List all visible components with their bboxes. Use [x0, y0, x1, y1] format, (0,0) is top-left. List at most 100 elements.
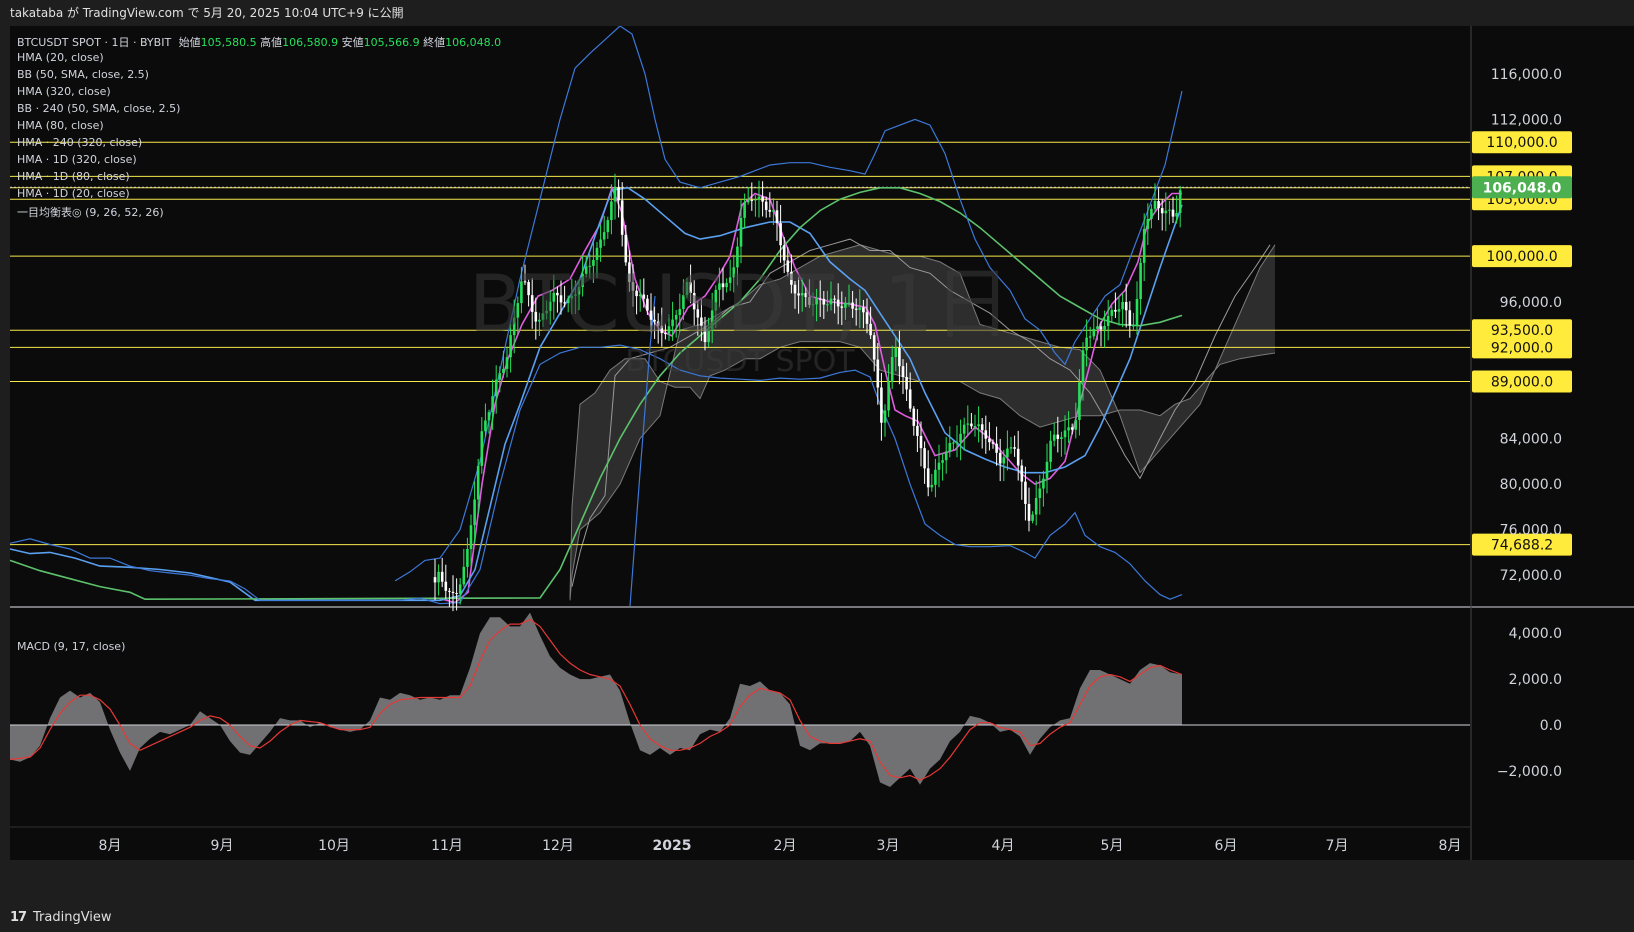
- candle-body: [1142, 229, 1146, 263]
- indicator-legend-5[interactable]: HMA · 240 (320, close): [17, 136, 142, 149]
- candle-body: [1153, 200, 1157, 209]
- candle-body: [1114, 309, 1117, 312]
- candle-body: [1175, 213, 1178, 217]
- time-tick-1: 9月: [211, 838, 234, 854]
- close-value: 106,048.0: [445, 36, 502, 49]
- candle-body: [1103, 326, 1106, 330]
- tradingview-brand[interactable]: TradingView: [33, 904, 112, 932]
- candle-body: [498, 373, 502, 380]
- candle-body: [898, 347, 901, 367]
- candle-body: [1124, 301, 1128, 311]
- candle-body: [779, 223, 782, 246]
- candle-body: [1031, 514, 1034, 521]
- indicator-legend-0[interactable]: HMA (20, close): [17, 51, 104, 64]
- level-label-4: 100,000.0: [1486, 249, 1557, 265]
- candle-body: [923, 448, 926, 469]
- candle-body: [1117, 309, 1121, 312]
- candle-body: [613, 187, 617, 202]
- candle-body: [876, 359, 880, 388]
- candle-body: [1146, 218, 1150, 230]
- price-tick-1: 112,000.0: [1491, 112, 1562, 128]
- candle-body: [1171, 209, 1175, 217]
- candle-body: [1157, 200, 1160, 209]
- candle-body: [934, 469, 937, 485]
- macd-legend[interactable]: MACD (9, 17, close): [17, 640, 125, 653]
- candle-body: [901, 366, 905, 377]
- indicator-legend-1[interactable]: BB (50, SMA, close, 2.5): [17, 68, 149, 81]
- candle-body: [1016, 448, 1020, 466]
- time-tick-4: 12月: [542, 838, 574, 854]
- candle-body: [880, 387, 883, 423]
- time-tick-8: 4月: [992, 838, 1015, 854]
- candle-body: [1150, 208, 1153, 219]
- candle-body: [1013, 447, 1016, 449]
- candle-body: [1099, 326, 1103, 330]
- candle-body: [926, 468, 930, 488]
- time-tick-7: 3月: [877, 838, 900, 854]
- candle-body: [444, 581, 448, 591]
- level-label-0: 110,000.0: [1486, 135, 1557, 151]
- candle-body: [1060, 437, 1063, 439]
- candle-body: [1063, 430, 1067, 438]
- macd-tick-2: 0.0: [1540, 718, 1562, 734]
- candle-body: [610, 201, 613, 221]
- indicator-legend-6[interactable]: HMA · 1D (320, close): [17, 153, 137, 166]
- candle-body: [890, 356, 894, 383]
- chart-area[interactable]: BTCUSDT, 1日BTCUSDT SPOT 110,000.0107,000…: [0, 26, 1634, 904]
- candle-body: [937, 462, 941, 470]
- candle-body: [437, 571, 440, 583]
- candle-body: [433, 577, 437, 583]
- level-label-6: 92,000.0: [1491, 340, 1553, 356]
- candle-body: [1088, 336, 1092, 338]
- candle-body: [1074, 420, 1078, 430]
- candle-body: [462, 566, 466, 585]
- candle-body: [952, 442, 955, 444]
- candle-body: [451, 591, 455, 594]
- candle-body: [1160, 208, 1164, 214]
- time-tick-6: 2月: [774, 838, 797, 854]
- candle-body: [440, 571, 444, 582]
- time-tick-5: 2025: [653, 838, 692, 854]
- indicator-legend-2[interactable]: HMA (320, close): [17, 85, 111, 98]
- high-label: 高値: [260, 36, 283, 49]
- candle-body: [455, 593, 458, 595]
- candle-body: [948, 443, 952, 452]
- indicator-legend-7[interactable]: HMA · 1D (80, close): [17, 170, 130, 183]
- candle-body: [487, 412, 491, 421]
- candle-body: [602, 232, 606, 240]
- candle-body: [1045, 461, 1049, 479]
- indicator-legend-3[interactable]: BB · 240 (50, SMA, close, 2.5): [17, 102, 180, 115]
- time-tick-3: 11月: [431, 838, 463, 854]
- candle-body: [1006, 448, 1009, 458]
- candle-body: [484, 420, 487, 432]
- candle-body: [473, 499, 476, 526]
- candle-body: [995, 443, 998, 453]
- candle-body: [991, 442, 995, 444]
- candle-body: [775, 210, 779, 224]
- candle-body: [1092, 328, 1096, 337]
- candle-body: [912, 408, 916, 426]
- indicator-legend-8[interactable]: HMA · 1D (20, close): [17, 187, 130, 200]
- candle-body: [754, 199, 757, 201]
- indicator-legend-4[interactable]: HMA (80, close): [17, 119, 104, 132]
- level-label-8: 74,688.2: [1491, 538, 1553, 554]
- candle-body: [944, 451, 948, 461]
- indicator-legend-9[interactable]: 一目均衡表◎ (9, 26, 52, 26): [17, 204, 164, 220]
- symbol-legend[interactable]: BTCUSDT SPOT · 1日 · BYBIT 始値105,580.5 高値…: [17, 34, 501, 50]
- candle-body: [988, 438, 991, 443]
- candle-body: [606, 220, 610, 233]
- time-tick-12: 8月: [1439, 838, 1462, 854]
- candle-body: [480, 431, 484, 466]
- candle-body: [1106, 315, 1110, 327]
- tradingview-logo-icon[interactable]: 17: [10, 904, 27, 932]
- candle-body: [620, 200, 624, 235]
- candle-body: [494, 379, 498, 397]
- candle-body: [1034, 497, 1038, 515]
- candle-body: [743, 202, 746, 218]
- price-tick-0: 116,000.0: [1491, 67, 1562, 83]
- candle-body: [955, 442, 959, 444]
- candle-body: [466, 548, 469, 567]
- candle-body: [1042, 478, 1045, 489]
- candle-body: [469, 525, 473, 549]
- candle-body: [1081, 350, 1085, 383]
